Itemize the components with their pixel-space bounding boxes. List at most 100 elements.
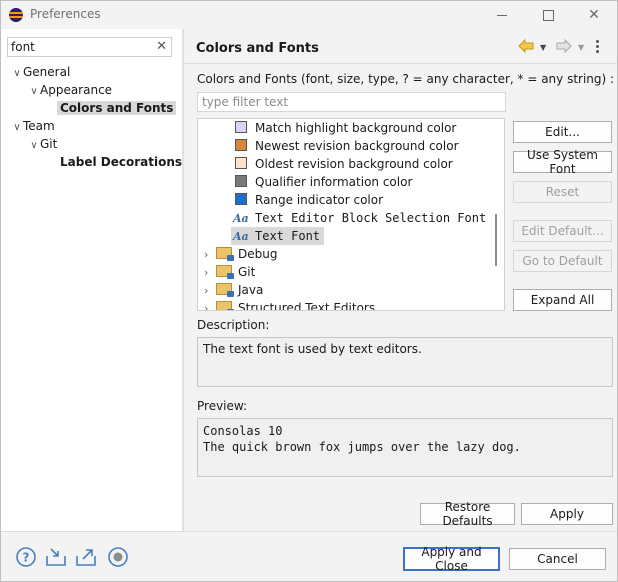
preview-line-sample: The quick brown fox jumps over the lazy … [203,440,521,454]
chevron-right-icon[interactable]: › [204,300,216,310]
maximize-button[interactable] [525,1,571,29]
description-label: Description: [197,318,270,332]
item-label: Java [238,283,264,297]
tree-item-colors-and-fonts[interactable]: Colors and Fonts [57,99,177,117]
folder-icon [216,301,234,310]
tree-item-label-decorations[interactable]: Label Decorations [60,153,182,171]
item-label: Range indicator color [255,193,384,207]
maximize-icon [542,9,554,21]
minimize-icon [497,14,507,16]
description-box: The text font is used by text editors. [197,337,613,387]
tree-item-color[interactable]: Newest revision background color [235,137,459,155]
preview-label: Preview: [197,399,248,413]
color-swatch-icon [235,193,247,205]
apply-and-close-button[interactable]: Apply and Close [403,545,500,573]
tree-item-category-debug[interactable]: › Debug [204,245,277,263]
edit-button[interactable]: Edit... [513,121,612,143]
preview-box: Consolas 10 The quick brown fox jumps ov… [197,418,613,477]
export-icon[interactable] [75,546,97,568]
item-label: Oldest revision background color [255,157,453,171]
chevron-right-icon[interactable]: › [204,282,216,300]
close-button[interactable]: ✕ [571,1,617,29]
type-filter-box [197,92,506,112]
help-icon[interactable]: ? [15,546,37,568]
tree-item-color[interactable]: Oldest revision background color [235,155,453,173]
font-icon: Aa [233,212,249,225]
restore-defaults-button[interactable]: Restore Defaults [420,500,515,528]
cancel-button[interactable]: Cancel [509,548,606,570]
edit-default-button[interactable]: Edit Default... [513,220,612,242]
expand-all-button[interactable]: Expand All [513,289,612,311]
item-label: Match highlight background color [255,121,457,135]
preferences-window: Preferences ✕ ✕ ∨General ∨Appearance Col… [0,0,618,582]
color-swatch-icon [235,121,247,133]
use-system-font-button[interactable]: Use System Font [513,148,612,176]
tree-item-team[interactable]: ∨ Team [11,117,55,137]
forward-dropdown-icon[interactable]: ▼ [578,43,584,52]
tree-item-font-selected[interactable]: Aa Text Font [231,227,325,245]
color-swatch-icon [235,157,247,169]
item-label: Newest revision background color [255,139,459,153]
tree-item-general[interactable]: ∨ General [11,63,70,81]
eclipse-app-icon [9,8,23,22]
reset-button[interactable]: Reset [513,181,612,203]
tree-item-color[interactable]: Qualifier information color [235,173,412,191]
apply-button[interactable]: Apply [521,503,613,525]
chevron-down-icon[interactable]: ∨ [11,119,23,137]
go-to-default-button[interactable]: Go to Default [513,250,612,272]
font-icon: Aa [233,230,249,243]
color-swatch-icon [235,175,247,187]
oomph-record-icon[interactable] [107,546,129,568]
title-bar: Preferences ✕ [1,1,617,29]
clear-filter-icon[interactable]: ✕ [156,39,167,54]
window-title: Preferences [30,7,101,21]
folder-icon [216,265,234,279]
section-label: Colors and Fonts (font, size, type, ? = … [197,72,615,86]
tree-item-label: General [23,65,71,79]
tree-item-git[interactable]: ∨ Git [28,135,57,153]
view-menu-icon[interactable] [596,40,600,55]
back-arrow-icon[interactable] [518,38,534,56]
back-dropdown-icon[interactable]: ▼ [540,43,546,52]
chevron-down-icon[interactable]: ∨ [28,137,40,155]
chevron-right-icon[interactable]: › [204,264,216,282]
tree-item-category-java[interactable]: › Java [204,281,263,299]
tree-item-label: Team [23,119,55,133]
minimize-button[interactable] [479,1,525,29]
chevron-right-icon[interactable]: › [204,246,216,264]
tree-scrollbar-thumb[interactable] [495,214,497,266]
colors-fonts-tree[interactable]: Match highlight background color Newest … [197,118,505,311]
dialog-footer: ? Apply and Close Cancel [1,532,617,581]
preference-filter-input[interactable] [11,39,151,55]
page-header: Colors and Fonts ▼ ▼ [184,29,617,64]
tree-item-appearance[interactable]: ∨ Appearance [28,81,112,99]
preview-line-font: Consolas 10 [203,424,283,438]
folder-icon [216,247,234,261]
tree-item-color[interactable]: Match highlight background color [235,119,456,137]
svg-text:?: ? [23,551,30,565]
item-label: Text Font [255,229,321,243]
tree-item-category-git[interactable]: › Git [204,263,255,281]
tree-item-label: Git [40,137,58,151]
tree-item-category-structured-text-editors[interactable]: › Structured Text Editors [204,299,375,310]
tree-item-label: Label Decorations [60,155,183,169]
chevron-down-icon[interactable]: ∨ [28,83,40,101]
tree-item-font[interactable]: Aa Text Editor Block Selection Font [233,209,486,227]
close-icon: ✕ [588,7,600,23]
type-filter-input[interactable] [198,93,506,111]
chevron-down-icon[interactable]: ∨ [11,65,23,83]
forward-arrow-icon[interactable] [556,38,572,56]
preference-page: Colors and Fonts ▼ ▼ Colors and Fonts (f… [184,29,617,531]
tree-item-label: Appearance [40,83,113,97]
item-label: Git [238,265,256,279]
preference-tree-pane: ✕ ∨General ∨Appearance Colors and Fonts … [1,29,182,531]
page-title: Colors and Fonts [196,41,319,56]
folder-icon [216,283,234,297]
preference-filter: ✕ [7,37,172,57]
tree-item-color[interactable]: Range indicator color [235,191,383,209]
tree-item-label: Colors and Fonts [57,101,177,115]
import-icon[interactable] [45,546,67,568]
item-label: Qualifier information color [255,175,413,189]
description-text: The text font is used by text editors. [203,342,422,356]
item-label: Text Editor Block Selection Font [255,211,487,225]
